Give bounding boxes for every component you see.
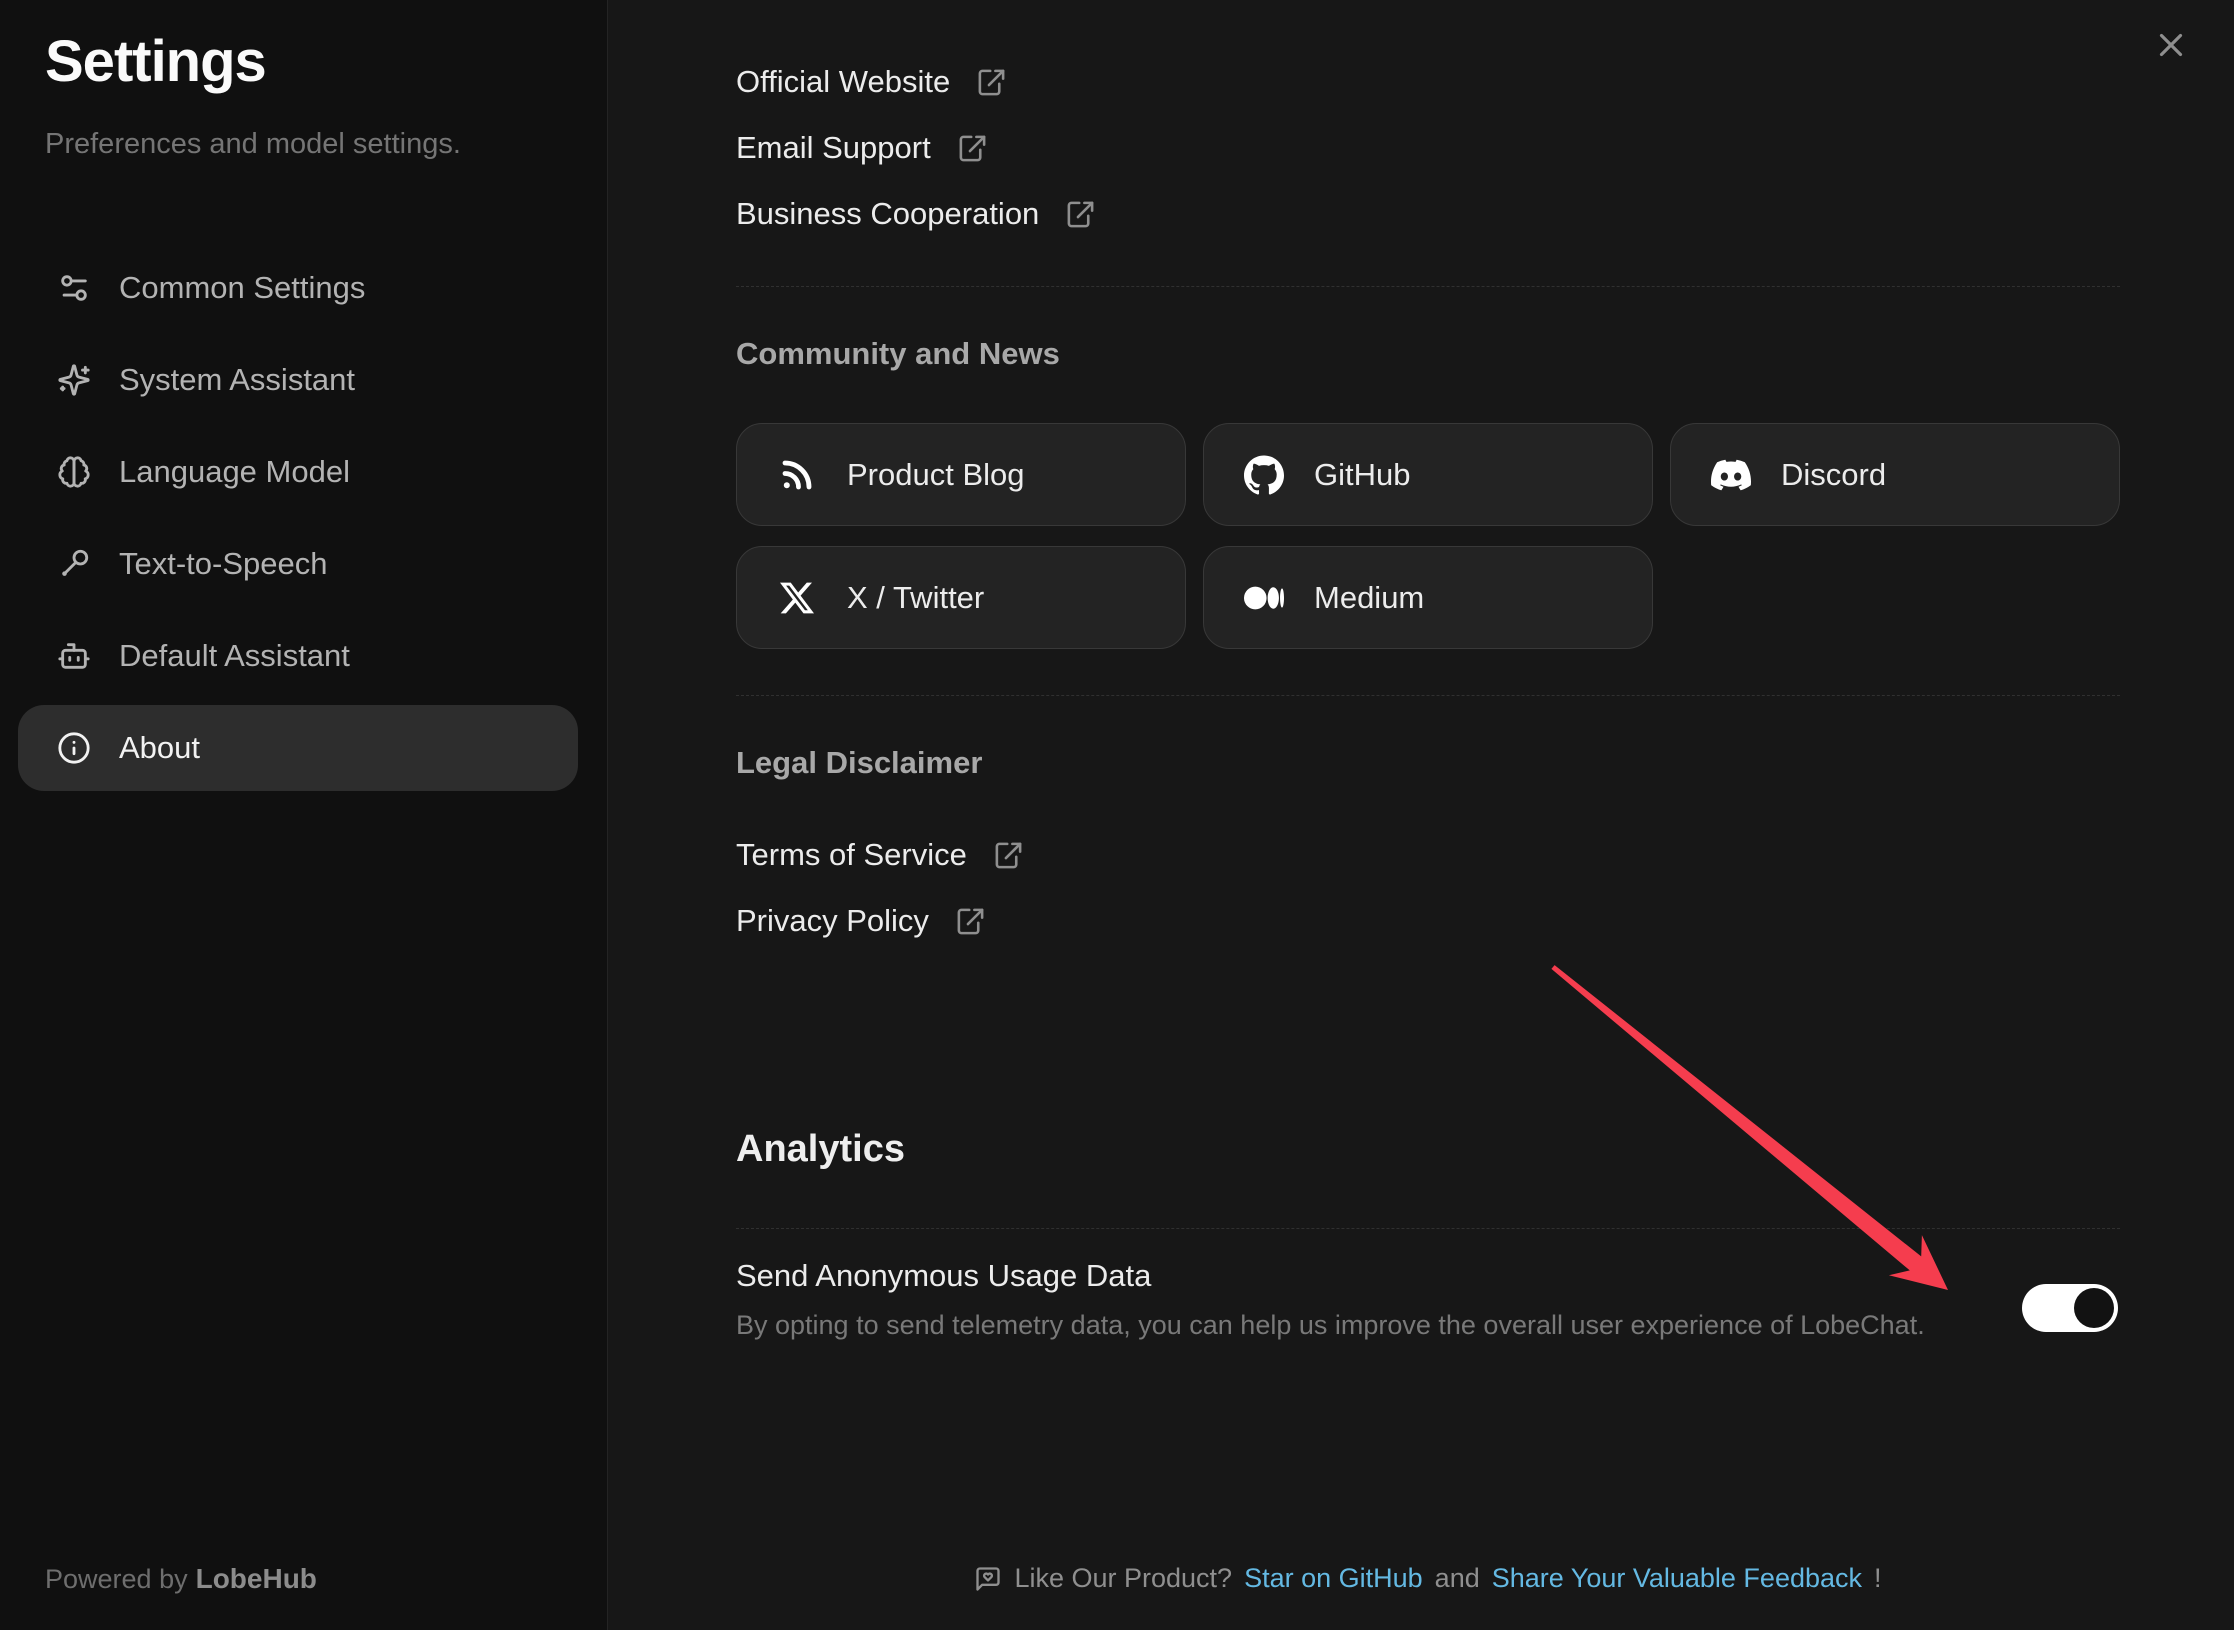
sidebar-nav: Common Settings System Assistant Languag… <box>18 245 578 797</box>
button-label: GitHub <box>1314 457 1410 493</box>
button-label: Discord <box>1781 457 1886 493</box>
star-on-github-link[interactable]: Star on GitHub <box>1244 1563 1423 1594</box>
medium-button[interactable]: Medium <box>1203 546 1653 649</box>
discord-icon <box>1711 455 1751 495</box>
sidebar-item-label: About <box>119 730 200 766</box>
sidebar-item-label: Default Assistant <box>119 638 350 674</box>
send-usage-data-label: Send Anonymous Usage Data <box>736 1258 1151 1294</box>
send-usage-data-toggle[interactable] <box>2022 1284 2118 1332</box>
link-label: Email Support <box>736 130 931 166</box>
mic-icon <box>57 547 91 581</box>
footer: Like Our Product? Star on GitHub and Sha… <box>736 1563 2120 1594</box>
sliders-icon <box>57 271 91 305</box>
privacy-policy-link[interactable]: Privacy Policy <box>736 899 986 943</box>
sidebar-item-common-settings[interactable]: Common Settings <box>18 245 578 331</box>
close-icon <box>2152 26 2190 64</box>
official-website-link[interactable]: Official Website <box>736 60 1007 104</box>
legal-section-title: Legal Disclaimer <box>736 745 982 781</box>
sidebar-item-about[interactable]: About <box>18 705 578 791</box>
page-title: Settings <box>45 28 266 95</box>
discord-button[interactable]: Discord <box>1670 423 2120 526</box>
external-link-icon <box>955 906 986 937</box>
lobehub-brand[interactable]: LobeHub <box>196 1563 317 1594</box>
button-label: Product Blog <box>847 457 1025 493</box>
section-divider <box>736 1228 2120 1229</box>
github-button[interactable]: GitHub <box>1203 423 1653 526</box>
send-usage-data-description: By opting to send telemetry data, you ca… <box>736 1310 1925 1341</box>
external-link-icon <box>993 840 1024 871</box>
sidebar-item-text-to-speech[interactable]: Text-to-Speech <box>18 521 578 607</box>
footer-suffix: ! <box>1874 1563 1882 1594</box>
link-label: Privacy Policy <box>736 903 929 939</box>
section-divider <box>736 695 2120 696</box>
product-blog-button[interactable]: Product Blog <box>736 423 1186 526</box>
page-subtitle: Preferences and model settings. <box>45 128 461 161</box>
info-icon <box>57 731 91 765</box>
x-twitter-icon <box>777 578 817 618</box>
brain-icon <box>57 455 91 489</box>
sidebar-item-label: System Assistant <box>119 362 355 398</box>
section-divider <box>736 286 2120 287</box>
sidebar-item-default-assistant[interactable]: Default Assistant <box>18 613 578 699</box>
button-label: Medium <box>1314 580 1424 616</box>
sidebar-item-system-assistant[interactable]: System Assistant <box>18 337 578 423</box>
bot-icon <box>57 639 91 673</box>
share-feedback-link[interactable]: Share Your Valuable Feedback <box>1492 1563 1862 1594</box>
medium-icon <box>1244 578 1284 618</box>
message-square-heart-icon <box>974 1565 1002 1593</box>
github-icon <box>1244 455 1284 495</box>
sparkles-icon <box>57 363 91 397</box>
sidebar-item-label: Language Model <box>119 454 350 490</box>
terms-of-service-link[interactable]: Terms of Service <box>736 833 1024 877</box>
rss-icon <box>777 455 817 495</box>
x-twitter-button[interactable]: X / Twitter <box>736 546 1186 649</box>
sidebar-item-label: Text-to-Speech <box>119 546 328 582</box>
link-label: Official Website <box>736 64 950 100</box>
close-button[interactable] <box>2148 22 2194 68</box>
footer-conjunction: and <box>1435 1563 1480 1594</box>
sidebar-item-language-model[interactable]: Language Model <box>18 429 578 515</box>
button-label: X / Twitter <box>847 580 984 616</box>
link-label: Business Cooperation <box>736 196 1039 232</box>
external-link-icon <box>1065 199 1096 230</box>
powered-by: Powered by LobeHub <box>45 1563 317 1595</box>
footer-prefix: Like Our Product? <box>1014 1563 1232 1594</box>
powered-by-text: Powered by <box>45 1564 188 1594</box>
external-link-icon <box>976 67 1007 98</box>
contact-section-title: Contact Us <box>736 0 900 6</box>
business-cooperation-link[interactable]: Business Cooperation <box>736 192 1096 236</box>
email-support-link[interactable]: Email Support <box>736 126 988 170</box>
community-section-title: Community and News <box>736 336 1060 372</box>
link-label: Terms of Service <box>736 837 967 873</box>
sidebar-item-label: Common Settings <box>119 270 365 306</box>
about-panel: Contact Us Official Website Email Suppor… <box>736 0 2120 1630</box>
toggle-knob <box>2074 1288 2114 1328</box>
analytics-section-title: Analytics <box>736 1128 905 1171</box>
external-link-icon <box>957 133 988 164</box>
settings-sidebar: Settings Preferences and model settings.… <box>0 0 608 1630</box>
